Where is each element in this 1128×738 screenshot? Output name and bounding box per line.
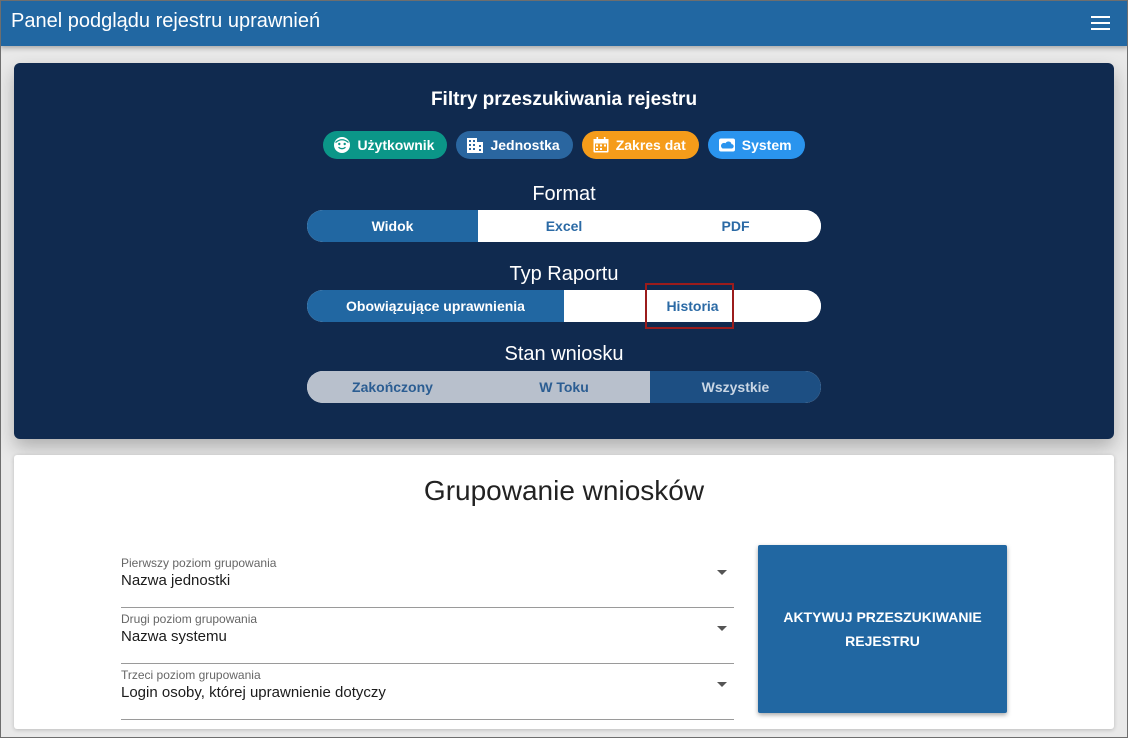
format-toggle: Widok Excel PDF — [307, 210, 821, 242]
request-state-toggle: Zakończony W Toku Wszystkie — [307, 371, 821, 403]
format-option-excel[interactable]: Excel — [478, 210, 650, 242]
grouping-level-3-label: Trzeci poziom grupowania — [121, 668, 261, 682]
filter-chips: Użytkownik Jednostka Zakres dat System — [14, 131, 1114, 159]
chip-user[interactable]: Użytkownik — [323, 131, 448, 159]
page-title: Panel podglądu rejestru uprawnień — [11, 10, 321, 32]
grouping-level-1-select[interactable]: Pierwszy poziom grupowania Nazwa jednost… — [121, 556, 734, 608]
app-bar: Panel podglądu rejestru uprawnień — [0, 0, 1128, 46]
activate-search-button[interactable]: AKTYWUJ PRZESZUKIWANIE REJESTRU — [758, 545, 1007, 713]
request-state-option-in-progress[interactable]: W Toku — [478, 371, 650, 403]
building-icon — [467, 138, 484, 153]
request-state-label: Stan wniosku — [504, 343, 624, 365]
caret-down-icon — [717, 682, 727, 687]
caret-down-icon — [717, 570, 727, 575]
format-label: Format — [532, 183, 596, 205]
hamburger-menu-icon[interactable] — [1088, 12, 1114, 34]
grouping-level-3-select[interactable]: Trzeci poziom grupowania Login osoby, kt… — [121, 668, 734, 720]
format-option-pdf[interactable]: PDF — [650, 210, 821, 242]
chip-date-range-label: Zakres dat — [615, 137, 686, 153]
report-type-label: Typ Raportu — [509, 263, 619, 285]
report-type-option-current[interactable]: Obowiązujące uprawnienia — [307, 290, 564, 322]
user-face-icon — [334, 137, 351, 153]
chip-date-range[interactable]: Zakres dat — [581, 131, 699, 159]
grouping-level-1-value: Nazwa jednostki — [121, 572, 231, 589]
chip-user-label: Użytkownik — [357, 137, 435, 153]
chip-unit-label: Jednostka — [490, 137, 560, 153]
cloud-icon — [718, 138, 735, 152]
request-state-option-finished[interactable]: Zakończony — [307, 371, 478, 403]
grouping-panel: Grupowanie wniosków Pierwszy poziom grup… — [14, 455, 1114, 729]
grouping-title: Grupowanie wniosków — [423, 475, 705, 506]
grouping-level-2-value: Nazwa systemu — [121, 628, 227, 645]
request-state-option-all[interactable]: Wszystkie — [650, 371, 821, 403]
grouping-level-1-label: Pierwszy poziom grupowania — [121, 556, 277, 570]
grouping-level-2-label: Drugi poziom grupowania — [121, 612, 258, 626]
report-type-toggle: Obowiązujące uprawnienia Historia — [307, 290, 821, 322]
grouping-level-2-select[interactable]: Drugi poziom grupowania Nazwa systemu — [121, 612, 734, 664]
caret-down-icon — [717, 626, 727, 631]
chip-system[interactable]: System — [707, 131, 805, 159]
grouping-level-3-value: Login osoby, której uprawnienie dotyczy — [121, 684, 386, 701]
format-option-view[interactable]: Widok — [307, 210, 478, 242]
chip-system-label: System — [741, 137, 792, 153]
chip-unit[interactable]: Jednostka — [456, 131, 573, 159]
report-type-option-history[interactable]: Historia — [564, 290, 821, 322]
filters-panel: Filtry przeszukiwania rejestru Użytkowni… — [14, 63, 1114, 439]
filters-title: Filtry przeszukiwania rejestru — [430, 89, 698, 110]
calendar-icon — [593, 137, 609, 153]
